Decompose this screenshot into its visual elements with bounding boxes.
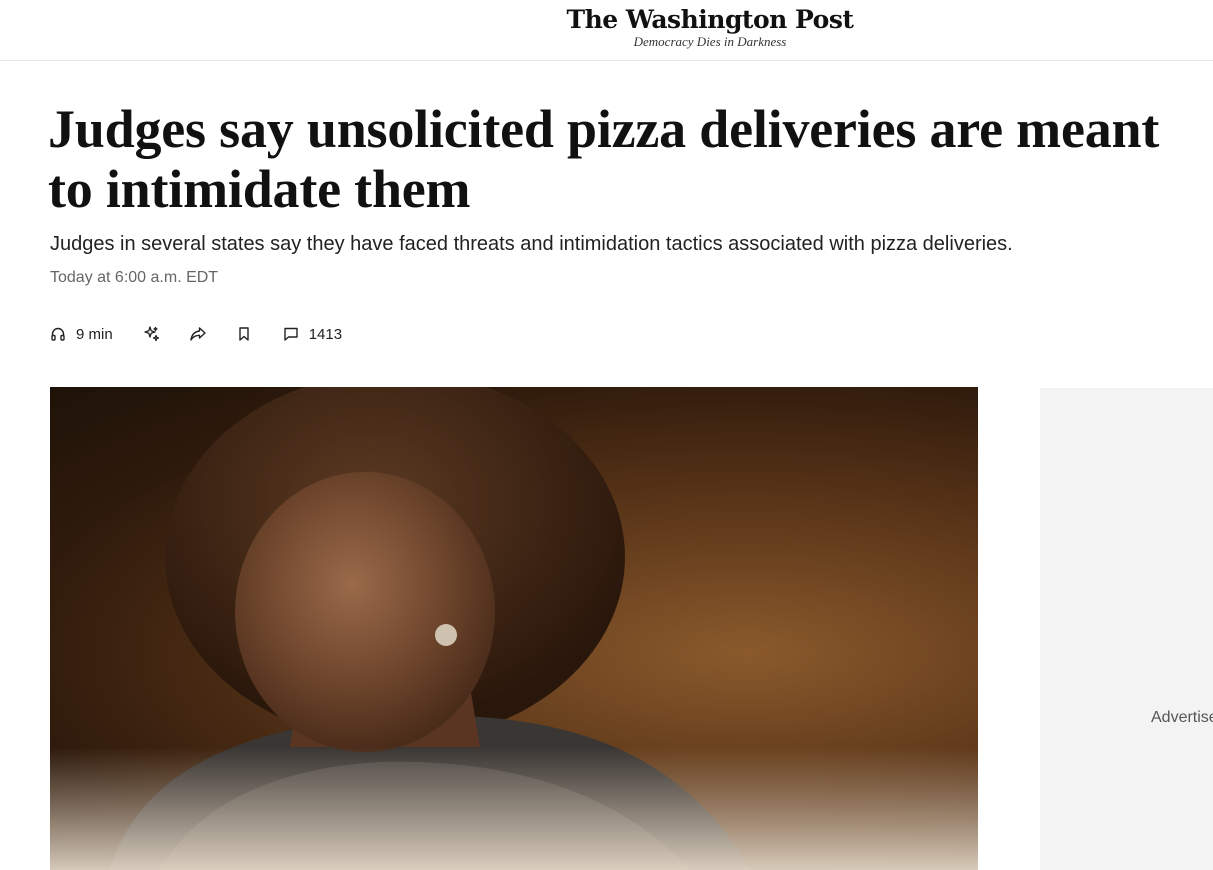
logo[interactable]: The Washington Post	[560, 4, 860, 36]
article-toolbar: 9 min 1413	[50, 322, 342, 346]
lead-photo[interactable]	[50, 387, 978, 870]
headphones-icon	[50, 326, 66, 342]
lead-photo-illustration	[50, 387, 978, 870]
gift-article-button[interactable]	[143, 325, 161, 343]
listen-duration: 9 min	[76, 325, 113, 343]
listen-button[interactable]: 9 min	[50, 326, 113, 343]
gift-sparkle-icon	[143, 325, 161, 343]
ad-rail: Advertisement	[1040, 388, 1213, 870]
article-timestamp: Today at 6:00 a.m. EDT	[50, 269, 219, 286]
tagline: Democracy Dies in Darkness	[633, 34, 787, 49]
comments-count: 1413	[308, 325, 343, 343]
site-header: The Washington Post Democracy Dies in Da…	[0, 0, 1213, 61]
save-button[interactable]	[237, 326, 251, 342]
share-arrow-icon	[189, 326, 207, 342]
share-button[interactable]	[189, 326, 207, 342]
comment-bubble-icon	[283, 326, 299, 342]
masthead[interactable]: The Washington Post Democracy Dies in Da…	[560, 4, 860, 49]
advertisement-label: Advertisement	[1151, 709, 1213, 726]
article-subhead: Judges in several states say they have f…	[50, 233, 1013, 255]
article-headline: Judges say unsolicited pizza deliveries …	[48, 99, 1160, 219]
bookmark-icon	[237, 326, 251, 342]
comments-button[interactable]: 1413	[283, 326, 342, 343]
